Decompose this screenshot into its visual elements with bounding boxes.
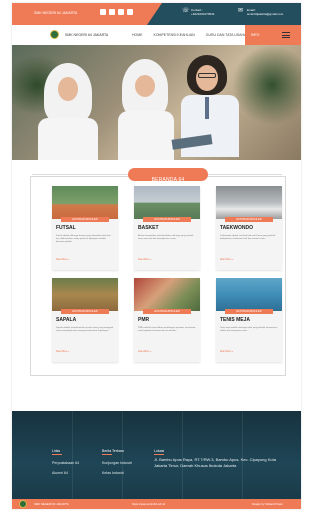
card-taekwondo[interactable]: EKSTRAKURIKULER TAEKWONDO Taekwondo adal… [216, 186, 282, 270]
footer-links-title: Links [52, 449, 63, 455]
card-desc: Basket merupakan ekstrakurikuler olahrag… [138, 235, 194, 240]
nav-item-info[interactable]: INFO [245, 25, 271, 45]
hamburger-icon[interactable] [271, 25, 301, 45]
brand-name[interactable]: SMK NEGERI 64 JAKARTA [65, 33, 108, 37]
card-title: PMR [138, 317, 150, 323]
card-title: TENIS MEJA [220, 317, 251, 323]
contact-email: ✉ Email : smkn64jakarta@gmail.com [238, 8, 283, 16]
card-title: FUTSAL [56, 225, 76, 231]
card-image [134, 278, 200, 311]
bottom-credit: Design by Srikandi Team [252, 502, 283, 506]
card-tenis-meja[interactable]: EKSTRAKURIKULER TENIS MEJA Tenis meja ad… [216, 278, 282, 362]
contact-phone: ☏ Contact : +6221000170534 [182, 8, 214, 16]
card-tag: EKSTRAKURIKULER [154, 310, 180, 313]
footer-link-perpustakaan[interactable]: Perpustakaan 64 [52, 461, 79, 465]
footer-news-kelas[interactable]: Kelas Industri [102, 471, 124, 475]
footer-news-title: Berita Terbaru [102, 449, 124, 455]
card-sapala[interactable]: EKSTRAKURIKULER SAPALA Sapala adalah eks… [52, 278, 118, 362]
read-more-link[interactable]: Read More » [56, 351, 69, 353]
email-value: smkn64jakarta@gmail.com [247, 12, 284, 16]
card-title: TAEKWONDO [220, 225, 253, 231]
card-desc: PMR melatih siswa dalam pertolongan pert… [138, 327, 196, 332]
hero-image [12, 45, 301, 160]
facebook-icon[interactable] [100, 9, 106, 15]
student-figure [118, 59, 174, 160]
phone-value: +6221000170534 [191, 12, 215, 16]
footer-logo [19, 500, 27, 508]
nav-item-guru[interactable]: GURU DAN TATA USAHA [206, 33, 247, 37]
card-desc: Sapala adalah ekstrakurikuler pecinta al… [56, 327, 114, 332]
card-tag: EKSTRAKURIKULER [72, 218, 98, 221]
school-logo[interactable] [50, 30, 59, 39]
card-title: SAPALA [56, 317, 77, 323]
card-desc: Futsal adalah olahraga beregu yang dimai… [56, 235, 111, 243]
card-title: BASKET [138, 225, 159, 231]
card-image [134, 186, 200, 219]
section-title-pill: BERANDA 64 [128, 168, 208, 183]
footer-address: Jl. Bambu Apus Raya, RT.7/RW.3, Bambu Ap… [154, 457, 276, 468]
card-tag: EKSTRAKURIKULER [154, 218, 180, 221]
social-links [100, 9, 133, 15]
section-title: BERANDA 64 [151, 177, 185, 183]
card-basket[interactable]: EKSTRAKURIKULER BASKET Basket merupakan … [134, 186, 200, 270]
card-image [52, 278, 118, 311]
read-more-link[interactable]: Read More » [220, 351, 233, 353]
top-bar-school-name: SMK NEGERI 64 JAKARTA [34, 11, 78, 15]
read-more-link[interactable]: Read More » [56, 259, 69, 261]
card-desc: Taekwondo adalah seni bela diri asal Kor… [220, 235, 276, 240]
nav-item-home[interactable]: HOME [132, 33, 143, 37]
card-image [216, 278, 282, 311]
top-bar: SMK NEGERI 64 JAKARTA ☏ Contact : +62210… [12, 3, 301, 25]
card-tag: EKSTRAKURIKULER [236, 310, 262, 313]
read-more-link[interactable]: Read More » [138, 259, 151, 261]
bottom-bar: SMK NEGERI 64 JAKARTA https://www.smkn64… [12, 499, 301, 509]
nav-menu: HOME KOMPETENSI KEAHLIAN GURU DAN TATA U… [132, 33, 246, 37]
mail-icon: ✉ [238, 8, 244, 14]
bottom-website[interactable]: https://www.smkn64.sch.id [132, 502, 165, 506]
footer-location-title: Lokasi [154, 449, 165, 455]
card-futsal[interactable]: EKSTRAKURIKULER FUTSAL Futsal adalah ola… [52, 186, 118, 270]
card-tag: EKSTRAKURIKULER [236, 218, 262, 221]
footer-news-kunjungan[interactable]: Kunjungan Industri [102, 461, 132, 465]
read-more-link[interactable]: Read More » [138, 351, 151, 353]
footer-link-alumni[interactable]: Alumni 64 [52, 471, 68, 475]
instagram-icon[interactable] [109, 9, 115, 15]
youtube-icon[interactable] [118, 9, 124, 15]
footer: Links Perpustakaan 64 Alumni 64 Berita T… [12, 411, 301, 499]
card-image [216, 186, 282, 219]
student-figure [181, 55, 239, 157]
nav-item-info-label: INFO [251, 33, 260, 37]
card-pmr[interactable]: EKSTRAKURIKULER PMR PMR melatih siswa da… [134, 278, 200, 362]
twitter-icon[interactable] [127, 9, 133, 15]
bottom-school-name: SMK NEGERI 64 JAKARTA [34, 502, 69, 506]
read-more-link[interactable]: Read More » [220, 259, 233, 261]
card-tag: EKSTRAKURIKULER [72, 310, 98, 313]
nav-item-kompetensi[interactable]: KOMPETENSI KEAHLIAN [154, 33, 195, 37]
phone-icon: ☏ [182, 8, 190, 14]
student-figure [38, 63, 98, 160]
card-image [52, 186, 118, 219]
card-desc: Tenis meja adalah olahraga raket yang me… [220, 327, 278, 332]
page: SMK NEGERI 64 JAKARTA ☏ Contact : +62210… [12, 3, 301, 509]
